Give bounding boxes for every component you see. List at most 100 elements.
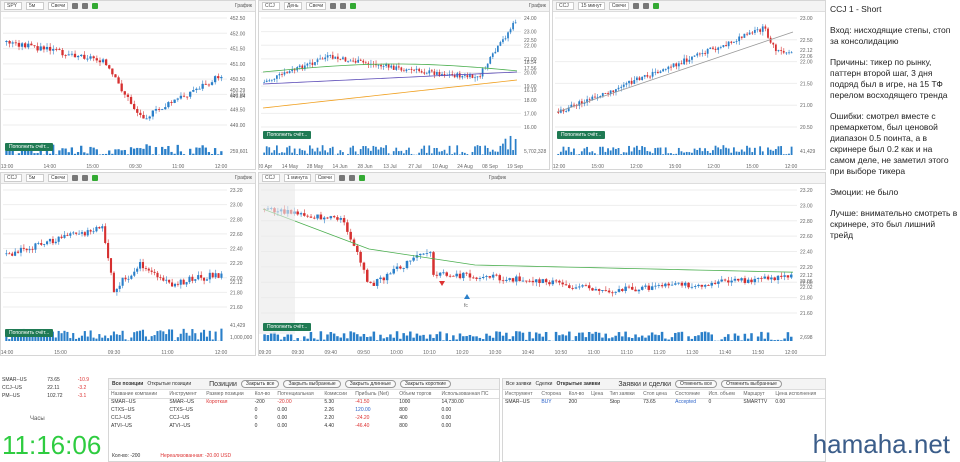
cursor-icon[interactable] [338,175,345,181]
candle [66,234,69,236]
chart-canvas[interactable]: 23.00 22.50 22.00 21.50 21.00 20.50 12:00 15:00… [553,12,826,170]
interval-select[interactable]: 15 минут [578,2,605,10]
candle [202,277,206,281]
chart-type-select[interactable]: Свечи [48,174,69,182]
table-row[interactable]: CCJ--US CCJ--US 0 0.00 2.20 -24.20 400 0.00 [109,414,499,422]
table-row[interactable]: PM--US 102.72 -3.1 [0,392,100,400]
table-row[interactable]: SMAR--US 73.65 -10.9 [0,376,100,384]
column-header[interactable]: Комиссии [322,390,354,399]
deposit-button[interactable]: Пополнить счёт... [5,329,54,337]
column-header[interactable]: Прибыль (Net) [353,390,398,399]
deposit-button[interactable]: Пополнить счёт... [263,131,312,139]
chart-canvas[interactable]: 24.0023.0022.0021.0020.0019.0018.0017.00… [259,12,550,170]
symbol-field[interactable]: CCJ [556,2,574,10]
column-header[interactable]: Стоп цена [641,390,674,399]
indicator-icon[interactable] [652,3,659,9]
chart-type-select[interactable]: Свечи [306,2,327,10]
table-cell [204,422,252,430]
volume-bar [507,149,509,155]
volume-bar [220,151,223,155]
table-row[interactable]: ATVI--US ATVI--US 0 0.00 4.40 -46.40 800 0.00 [109,422,499,430]
chart-type-select[interactable]: Свечи [314,174,335,182]
deposit-button[interactable]: Пополнить счёт... [5,143,54,151]
tab-open-orders[interactable]: Открытые заявки [556,381,600,387]
watchlist-table: SMAR--US 73.65 -10.9 CCJ--US 22.11 -3.2 PM--US… [0,376,100,400]
column-header[interactable]: Сторона [539,390,567,399]
close-all-button[interactable]: Закрыть все [240,380,280,388]
crosshair-icon[interactable] [82,3,89,9]
cancel-all-button[interactable]: Отменить все [675,380,718,388]
crosshair-icon[interactable] [642,3,649,9]
crosshair-icon[interactable] [82,175,89,181]
candle [185,96,189,98]
tab-all-positions[interactable]: Все позиции [112,381,143,387]
volume-bar [770,339,773,341]
candle [712,47,714,49]
tab-all-orders[interactable]: Все заявки [506,381,531,387]
cursor-icon[interactable] [632,3,639,9]
indicator-icon[interactable] [92,3,99,9]
cancel-selected-button[interactable]: Отменить выбранные [721,380,782,388]
symbol-field[interactable]: CCJ [4,174,22,182]
volume-bar [321,145,324,155]
column-header[interactable]: Потенциальная [275,390,323,399]
table-row[interactable]: SMAR--US BUY 200 Stop 73.65 Accepted 0 SMARTTV 0… [503,398,825,406]
cursor-icon[interactable] [330,3,337,9]
candle [753,29,756,33]
chart-type-select[interactable]: Свечи [608,2,629,10]
chart-type-select[interactable]: Свечи [48,2,69,10]
column-header[interactable]: Название компании [109,390,168,399]
column-header[interactable]: Маршрут [741,390,774,399]
table-row[interactable]: CCJ--US 22.11 -3.2 [0,384,100,392]
table-row[interactable]: SMAR--US SMAR--US Короткая -200 -20.00 5.30 -4… [109,398,499,406]
column-header[interactable]: Инструмент [167,390,205,399]
column-header[interactable]: Размер позиции [204,390,253,399]
candle [647,285,651,290]
deposit-button[interactable]: Пополнить счёт... [557,131,606,139]
symbol-field[interactable]: CCJ [262,174,280,182]
x-tick-label: 10:10 [423,350,436,356]
column-header[interactable]: Объем торгов [397,390,440,399]
candle [481,68,484,77]
column-header[interactable]: Цена исполнения [773,390,825,399]
close-selected-button[interactable]: Закрыть выбранные [283,380,341,388]
volume-bar [451,154,453,155]
cursor-icon[interactable] [72,175,79,181]
interval-select[interactable]: День [284,2,302,10]
column-header[interactable]: Исп. объем [706,390,742,399]
column-header[interactable]: Инструмент [503,390,540,399]
symbol-field[interactable]: SPY [4,2,22,10]
y-tick-label: 22.60 [800,234,813,240]
candle [508,278,511,280]
volume-bar [432,337,435,341]
indicator-icon[interactable] [92,175,99,181]
crosshair-icon[interactable] [340,3,347,9]
interval-select[interactable]: 5м [26,174,44,182]
candle [392,268,395,274]
close-short-button[interactable]: Закрыть короткие [399,380,452,388]
cursor-icon[interactable] [72,3,79,9]
interval-select[interactable]: 5м [26,2,44,10]
column-header[interactable]: Тип заявки [607,390,642,399]
indicator-icon[interactable] [358,175,365,181]
crosshair-icon[interactable] [348,175,355,181]
column-header[interactable]: Состояние [673,390,707,399]
column-header[interactable]: Кол-во [566,390,590,399]
interval-select[interactable]: 1 минута [284,174,311,182]
y-tick-label: 22.40 [230,247,243,253]
symbol-field[interactable]: CCJ [262,2,280,10]
indicator-icon[interactable] [350,3,357,9]
close-long-button[interactable]: Закрыть длинные [344,380,396,388]
chart-canvas[interactable]: 23.2023.0022.8022.6022.4022.2022.0021.80… [259,184,826,356]
table-cell [204,414,252,422]
tab-open-positions[interactable]: Открытые позиции [147,381,191,387]
table-cell: SMAR--US [111,399,136,406]
column-header[interactable]: Использованная ПС [439,390,499,399]
candle [130,275,133,279]
table-row[interactable]: CTXS--US CTXS--US 0 0.00 2.26 120.00 800 0.00 [109,406,499,414]
column-header[interactable]: Кол-во [252,390,276,399]
deposit-button[interactable]: Пополнить счёт... [263,323,312,331]
tab-trades[interactable]: Сделки [535,381,552,387]
column-header[interactable]: Цена [589,390,608,399]
volume-bar [591,151,594,155]
